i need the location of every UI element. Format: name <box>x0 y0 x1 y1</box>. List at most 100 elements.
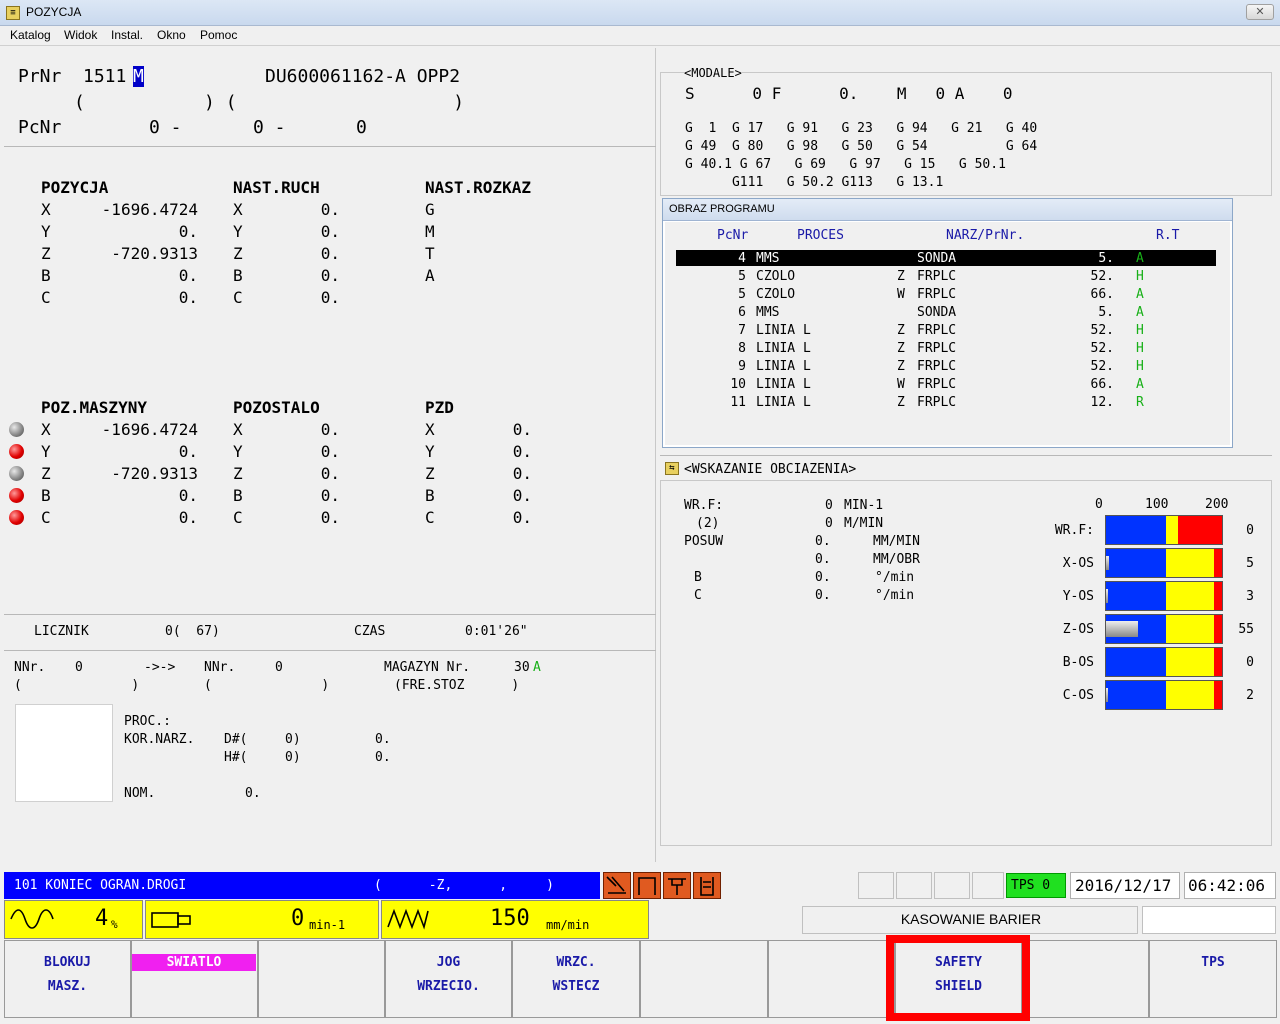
load-bar-value: 2 <box>1246 688 1254 703</box>
kasowanie-barier-button[interactable]: KASOWANIE BARIER <box>802 906 1138 934</box>
pozostalo-value: 0. <box>320 464 340 483</box>
col-rt: R.T <box>1156 228 1180 243</box>
nast-ruch-value: 0. <box>320 244 340 263</box>
machine-position: -1696.4724 <box>101 420 198 439</box>
softkey-7[interactable] <box>768 940 895 1018</box>
nnr-left-value: 0 <box>75 660 83 675</box>
divider <box>660 455 1272 456</box>
load-zone-overload <box>1214 582 1222 610</box>
axis-label: C <box>41 288 51 307</box>
axis-label: B <box>41 486 51 505</box>
rapid-override: 4 % <box>4 900 143 939</box>
load-bar-value: 0 <box>1246 655 1254 670</box>
row-value: 12. <box>1090 395 1114 410</box>
softkey-6[interactable] <box>640 940 768 1018</box>
nnr-arrow: ->-> <box>144 660 176 675</box>
row-value: 5. <box>1098 251 1114 266</box>
close-button[interactable]: ✕ <box>1246 4 1274 20</box>
alarm-text: 101 KONIEC OGRAN.DROGI <box>14 878 187 893</box>
pozostalo-value: 0. <box>320 508 340 527</box>
softkey-9[interactable] <box>1022 940 1149 1018</box>
status-slot <box>934 872 970 899</box>
nast-rozkaz-value: G <box>425 200 435 219</box>
pozostalo-value: 0. <box>320 486 340 505</box>
load-zone-warning <box>1166 549 1214 577</box>
softkey-label: BLOKUJ <box>44 955 91 970</box>
axis-position: 0. <box>178 222 198 241</box>
menu-widok[interactable]: Widok <box>64 28 97 42</box>
menu-katalog[interactable]: Katalog <box>10 28 51 42</box>
pzd-value: 0. <box>512 420 532 439</box>
spindle-unit: min-1 <box>309 918 346 932</box>
load-bar-label: C-OS <box>1062 688 1094 703</box>
row-pcnr: 10 <box>730 377 746 392</box>
alarm-axis: ( -Z, , ) <box>374 878 555 893</box>
softkey-3[interactable] <box>258 940 385 1018</box>
row-rt: R <box>1136 395 1144 410</box>
c-label: C <box>694 588 702 603</box>
softkey-10[interactable]: TPS <box>1149 940 1277 1018</box>
kasowanie-label: KASOWANIE BARIER <box>900 911 1042 927</box>
row-pcnr: 8 <box>738 341 746 356</box>
row-side: Z <box>897 341 905 356</box>
row-proces: CZOLO <box>756 269 796 284</box>
time-text: 06:42:06 <box>1188 876 1266 895</box>
obraz-title-bar: OBRAZ PROGRAMU <box>663 199 1232 221</box>
load-toggle-icon[interactable]: ⇆ <box>665 462 679 475</box>
axis-label: X <box>41 420 51 439</box>
row-value: 66. <box>1090 287 1114 302</box>
nast-ruch-value: 0. <box>320 222 340 241</box>
load-title: <WSKAZANIE OBCIAZENIA> <box>684 462 857 477</box>
menu-pomoc[interactable]: Pomoc <box>200 28 237 42</box>
load-bar <box>1105 614 1223 644</box>
row-proces: MMS <box>756 305 780 320</box>
load-bar-label: Y-OS <box>1062 589 1094 604</box>
nast-rozkaz-value: M <box>425 222 435 241</box>
pzd-value: 0. <box>512 464 532 483</box>
two-unit: M/MIN <box>844 516 884 531</box>
row-value: 52. <box>1090 269 1114 284</box>
axis-position: 0. <box>178 288 198 307</box>
axis-label: Z <box>425 464 435 483</box>
rapid-value: 4 <box>95 906 109 931</box>
softkey-2[interactable] <box>131 940 258 1018</box>
wrf-label: WR.F: <box>684 498 724 513</box>
axis-status-lamp <box>9 422 24 437</box>
load-zone-warning <box>1166 681 1214 709</box>
axis-label: Y <box>41 222 51 241</box>
softkey-label: WRZC. <box>556 955 596 970</box>
nast-ruch-value: 0. <box>320 200 340 219</box>
tps-status-indicator: TPS 0 <box>1006 873 1066 898</box>
input-field[interactable] <box>1142 906 1276 934</box>
pozostalo-header: POZOSTALO <box>233 398 320 417</box>
axis-label: B <box>233 266 243 285</box>
row-value: 52. <box>1090 359 1114 374</box>
prnr-cursor[interactable]: M <box>133 66 144 87</box>
tps-status-text: TPS 0 <box>1011 878 1051 893</box>
posuw-label: POSUW <box>684 534 724 549</box>
menu-instal[interactable]: Instal. <box>111 28 143 42</box>
axis-label: X <box>233 200 243 219</box>
row-proces: LINIA L <box>756 359 811 374</box>
menu-okno[interactable]: Okno <box>157 28 186 42</box>
scale-100: 100 <box>1145 497 1169 512</box>
pozycja-header: POZYCJA <box>41 178 109 197</box>
wrf-value: 0 <box>825 498 833 513</box>
row-narz: FRPLC <box>917 377 957 392</box>
load-level-indicator <box>1106 621 1138 637</box>
licznik-label: LICZNIK <box>34 624 89 639</box>
softkey-1[interactable]: BLOKUJ MASZ. <box>4 940 131 1018</box>
pozostalo-value: 0. <box>320 442 340 461</box>
softkey-5[interactable]: WRZC. WSTECZ <box>512 940 640 1018</box>
coolant-icon <box>693 872 721 899</box>
nnr-right-value: 0 <box>275 660 283 675</box>
program-comment: ( ) ( ) <box>74 92 465 113</box>
modale-top-line: S 0 F 0. M 0 A 0 <box>685 84 1013 103</box>
rapid-unit: % <box>111 918 118 931</box>
machine-position: -720.9313 <box>111 464 198 483</box>
spindle-override: 0 min-1 <box>145 900 379 939</box>
load-level-indicator <box>1106 589 1108 603</box>
divider <box>4 146 656 147</box>
nnr-right-paren: ( ) <box>204 678 330 693</box>
softkey-4[interactable]: JOG WRZECIO. <box>385 940 512 1018</box>
